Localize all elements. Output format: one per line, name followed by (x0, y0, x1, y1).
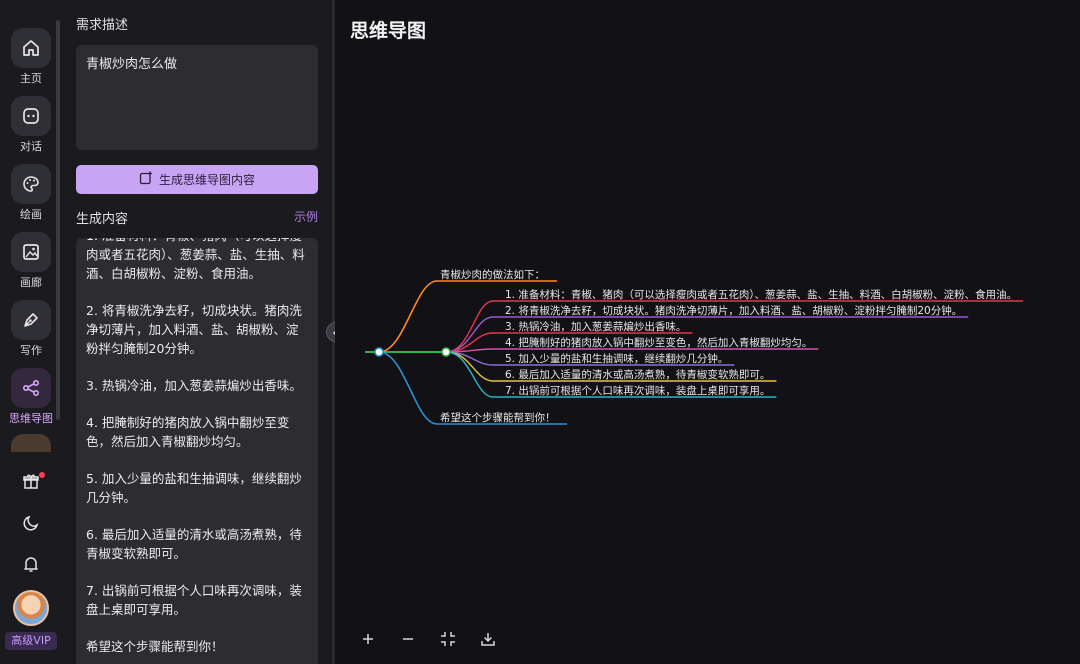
output-paragraph: 5. 加入少量的盐和生抽调味，继续翻炒几分钟。 (86, 471, 302, 505)
generate-mindmap-button[interactable]: 生成思维导图内容 (76, 165, 318, 194)
output-paragraph: 2. 将青椒洗净去籽，切成块状。猪肉洗净切薄片，加入料酒、盐、胡椒粉、淀粉拌匀腌… (86, 303, 302, 356)
fit-view-button[interactable] (439, 630, 457, 648)
output-title: 生成内容 (76, 212, 129, 227)
output-paragraph: 6. 最后加入适量的清水或高汤煮熟，待青椒变软熟即可。 (86, 527, 302, 561)
palette-icon (11, 164, 51, 204)
mindmap-step-label[interactable]: 2. 将青椒洗净去籽，切成块状。猪肉洗净切薄片，加入料酒、盐、胡椒粉、淀粉拌匀腌… (505, 304, 962, 317)
image-icon (11, 232, 51, 272)
mindmap-step-labels: 1. 准备材料：青椒、猪肉（可以选择瘦肉或者五花肉）、葱姜蒜、盐、生抽、料酒、白… (505, 288, 1017, 397)
bell-icon (22, 555, 40, 577)
avatar[interactable] (13, 590, 49, 626)
request-title: 需求描述 (76, 18, 129, 33)
nav-item-chat[interactable]: 对话 (0, 88, 62, 154)
moon-icon (22, 514, 40, 536)
example-link[interactable]: 示例 (294, 208, 318, 225)
output-paragraph: 3. 热锅冷油，加入葱姜蒜煸炒出香味。 (86, 378, 302, 393)
mindmap-step-label[interactable]: 1. 准备材料：青椒、猪肉（可以选择瘦肉或者五花肉）、葱姜蒜、盐、生抽、料酒、白… (505, 288, 1017, 301)
mindmap-graph[interactable]: 青椒炒肉的做法如下： 希望这个步骤能帮到你！ 1. 准备材料：青椒、猪肉（可以选… (335, 0, 1080, 664)
nav-item-gallery[interactable]: 画廊 (0, 224, 62, 290)
mindmap-step-branch (445, 348, 819, 353)
nav-item-write[interactable]: 写作 (0, 292, 62, 358)
intro-node[interactable] (441, 347, 451, 357)
nav-label-mindmap: 思维导图 (9, 412, 53, 425)
root-node[interactable] (374, 347, 384, 357)
mindmap-outro-label[interactable]: 希望这个步骤能帮到你！ (440, 411, 556, 424)
download-button[interactable] (479, 630, 497, 648)
content-panel: 需求描述 青椒炒肉怎么做 生成思维导图内容 生成内容 示例 1. 准备材料：青椒… (56, 0, 332, 664)
output-text-area[interactable]: 1. 准备材料：青椒、猪肉（可以选择瘦肉或者五花肉）、葱姜蒜、盐、生抽、料酒、白… (76, 238, 318, 664)
output-paragraph: 希望这个步骤能帮到你！ (86, 639, 224, 654)
output-paragraph: 4. 把腌制好的猪肉放入锅中翻炒至变色，然后加入青椒翻炒均匀。 (86, 415, 290, 449)
nav-label-write: 写作 (20, 344, 42, 357)
nav-item-home[interactable]: 主页 (0, 20, 62, 86)
fit-view-icon (441, 632, 455, 646)
mindmap-intro-label[interactable]: 青椒炒肉的做法如下： (440, 268, 545, 281)
add-note-icon (139, 171, 153, 188)
mindmap-step-label[interactable]: 4. 把腌制好的猪肉放入锅中翻炒至变色，然后加入青椒翻炒均匀。 (505, 336, 812, 349)
request-input[interactable]: 青椒炒肉怎么做 (76, 45, 318, 150)
rail-scrollbar[interactable] (56, 20, 60, 420)
mindmap-step-label[interactable]: 5. 加入少量的盐和生抽调味，继续翻炒几分钟。 (505, 352, 728, 365)
notification-dot (39, 472, 45, 478)
zoom-in-icon (363, 634, 373, 644)
theme-toggle-button[interactable] (0, 510, 62, 540)
chat-icon (11, 96, 51, 136)
pen-icon (11, 300, 51, 340)
notification-button[interactable] (0, 551, 62, 581)
zoom-out-icon (403, 638, 413, 640)
nav-item-paint[interactable]: 绘画 (0, 156, 62, 222)
download-icon (481, 633, 495, 646)
vip-badge[interactable]: 高级VIP (5, 632, 57, 650)
gift-button[interactable] (0, 468, 62, 498)
mindmap-step-label[interactable]: 6. 最后加入适量的清水或高汤煮熟，待青椒变软熟即可。 (505, 368, 770, 381)
nav-label-chat: 对话 (20, 140, 42, 153)
mindmap-step-label[interactable]: 3. 热锅冷油，加入葱姜蒜煸炒出香味。 (505, 320, 686, 333)
output-text: 1. 准备材料：青椒、猪肉（可以选择瘦肉或者五花肉）、葱姜蒜、盐、生抽、料酒、白… (86, 238, 308, 664)
zoom-out-button[interactable] (399, 630, 417, 648)
generate-mindmap-label: 生成思维导图内容 (158, 173, 255, 187)
nav-item-mindmap[interactable]: 思维导图 (0, 360, 62, 426)
nav-more-peek[interactable] (8, 428, 54, 452)
nav-label-paint: 绘画 (20, 208, 42, 221)
side-nav: 主页 对话 绘画 画廊 写作 思维导图 高级VIP (0, 0, 62, 664)
mindmap-step-label[interactable]: 7. 出锅前可根据个人口味再次调味，装盘上桌即可享用。 (505, 384, 770, 397)
gift-icon (22, 472, 40, 494)
home-icon (11, 28, 51, 68)
mindmap-icon (11, 368, 51, 408)
nav-label-home: 主页 (20, 72, 42, 85)
output-paragraph: 7. 出锅前可根据个人口味再次调味，装盘上桌即可享用。 (86, 583, 302, 617)
canvas-toolbar (359, 630, 497, 648)
nav-label-gallery: 画廊 (20, 276, 42, 289)
mindmap-canvas[interactable]: 思维导图 青椒炒肉的做法如下： 希望这个步骤能帮到你！ 1. 准备材料：青椒、猪… (335, 0, 1080, 664)
zoom-in-button[interactable] (359, 630, 377, 648)
output-paragraph: 1. 准备材料：青椒、猪肉（可以选择瘦肉或者五花肉）、葱姜蒜、盐、生抽、料酒、白… (86, 238, 305, 281)
